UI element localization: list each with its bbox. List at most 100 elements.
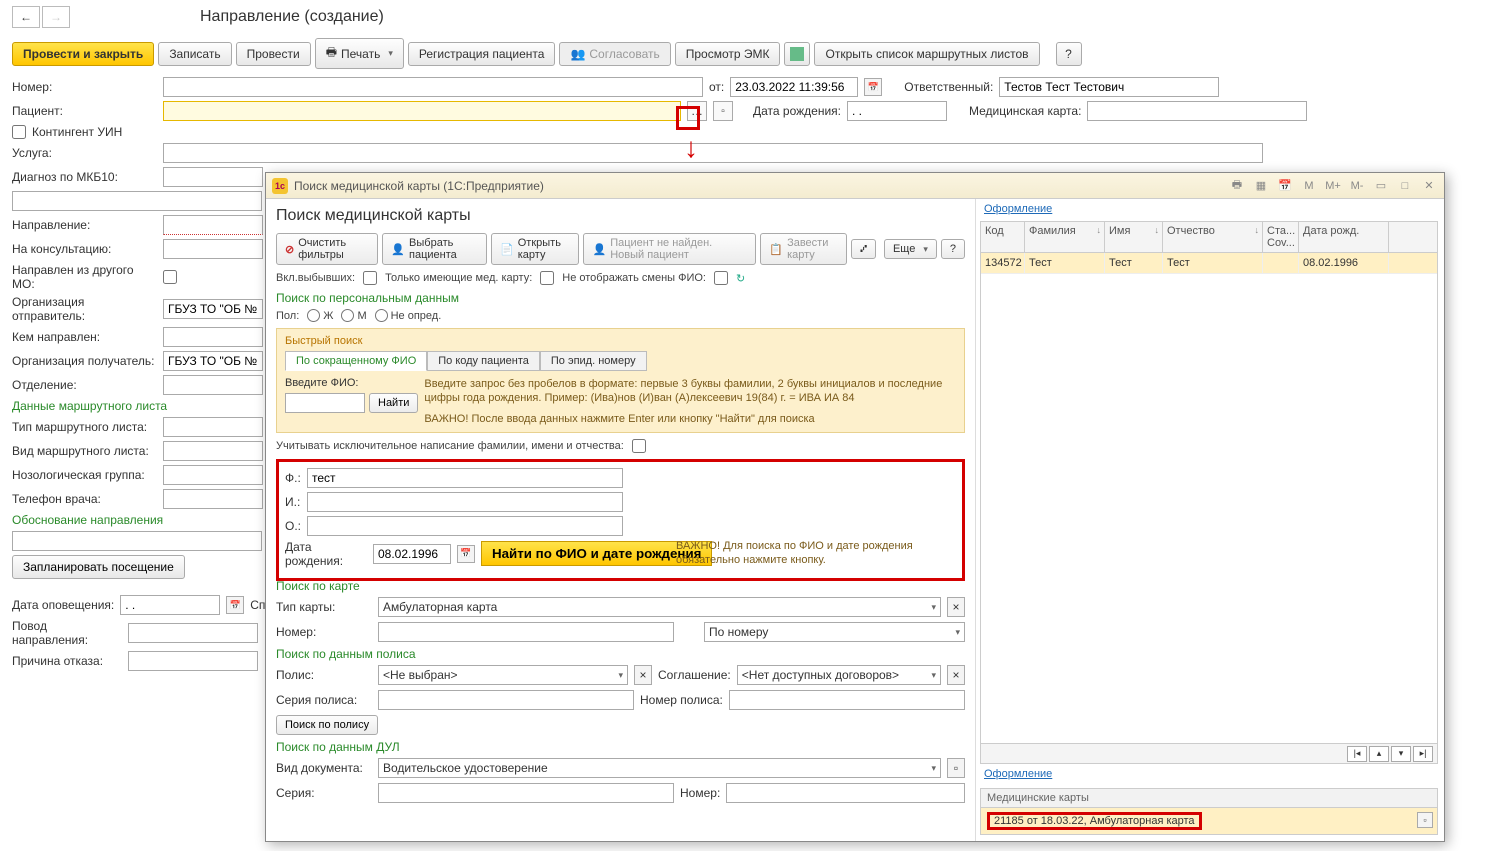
grid-last-button[interactable]: ▸|	[1413, 746, 1433, 762]
policy-number-input[interactable]	[729, 690, 965, 710]
doctor-phone-input[interactable]	[163, 489, 263, 509]
card-type-select[interactable]: Амбулаторная карта	[378, 597, 941, 617]
gender-f-radio[interactable]: Ж	[307, 309, 333, 322]
route-type-input[interactable]	[163, 417, 263, 437]
col-status-header[interactable]: Ста... Cov...	[1263, 222, 1299, 252]
card-number-input[interactable]	[378, 622, 674, 642]
col-code-header[interactable]: Код	[981, 222, 1025, 252]
dul-series-input[interactable]	[378, 783, 674, 803]
decoration-link-2[interactable]: Оформление	[976, 764, 1444, 784]
include-exited-checkbox[interactable]	[363, 271, 377, 285]
close-icon[interactable]: ✕	[1420, 178, 1438, 194]
mem-mplus-icon[interactable]: M+	[1324, 178, 1342, 194]
surname-input[interactable]	[307, 468, 623, 488]
mkb-desc-input[interactable]	[12, 191, 262, 211]
department-input[interactable]	[163, 375, 263, 395]
medcard-input[interactable]	[1087, 101, 1307, 121]
gender-n-radio[interactable]: Не опред.	[375, 309, 442, 322]
minimize-icon[interactable]: ▭	[1372, 178, 1390, 194]
calendar-icon[interactable]: 📅	[864, 78, 882, 96]
mkb-input[interactable]	[163, 167, 263, 187]
tab-by-epid[interactable]: По эпид. номеру	[540, 351, 647, 371]
policy-clear-button[interactable]: ×	[634, 665, 652, 685]
write-button[interactable]: Записать	[158, 42, 231, 66]
maximize-icon[interactable]: □	[1396, 178, 1414, 194]
table-row[interactable]: 134572 Тест Тест Тест 08.02.1996	[981, 253, 1437, 274]
from-date-input[interactable]	[730, 77, 858, 97]
doc-type-open-button[interactable]: ▫	[947, 758, 965, 778]
mem-m-icon[interactable]: M	[1300, 178, 1318, 194]
col-patronymic-header[interactable]: Отчество↓	[1163, 222, 1263, 252]
decoration-link[interactable]: Оформление	[976, 199, 1444, 219]
grid-up-button[interactable]: ▴	[1369, 746, 1389, 762]
policy-series-input[interactable]	[378, 690, 634, 710]
col-name-header[interactable]: Имя↓	[1105, 222, 1163, 252]
exclusive-spelling-checkbox[interactable]	[632, 439, 646, 453]
plan-visit-button[interactable]: Запланировать посещение	[12, 555, 185, 579]
clear-filters-button[interactable]: ⊘Очистить фильтры	[276, 233, 378, 265]
open-route-list-button[interactable]: Открыть список маршрутных листов	[814, 42, 1039, 66]
grid-body[interactable]	[981, 274, 1437, 743]
mem-mminus-icon[interactable]: M-	[1348, 178, 1366, 194]
calendar-small-icon[interactable]: 📅	[1276, 178, 1294, 194]
fio-short-input[interactable]	[285, 393, 365, 413]
find-by-policy-button[interactable]: Поиск по полису	[276, 715, 378, 735]
route-kind-input[interactable]	[163, 441, 263, 461]
consult-input[interactable]	[163, 239, 263, 259]
org-sender-input[interactable]	[163, 299, 263, 319]
print-button[interactable]: Печать	[315, 38, 404, 69]
dob-input[interactable]	[847, 101, 947, 121]
card-type-clear-button[interactable]: ×	[947, 597, 965, 617]
help-button[interactable]: ?	[1056, 42, 1082, 66]
commit-button[interactable]: Провести	[236, 42, 311, 66]
referred-by-input[interactable]	[163, 327, 263, 347]
more-button[interactable]: Еще	[884, 239, 937, 259]
hide-fio-change-checkbox[interactable]	[714, 271, 728, 285]
refresh-icon[interactable]: ↻	[736, 272, 745, 285]
by-number-select[interactable]: По номеру	[704, 622, 965, 642]
dul-number-input[interactable]	[726, 783, 965, 803]
image-button[interactable]	[784, 42, 810, 66]
justification-input[interactable]	[12, 531, 262, 551]
name-input[interactable]	[307, 492, 623, 512]
search-dob-input[interactable]	[373, 544, 451, 564]
dialog-help-button[interactable]: ?	[941, 239, 965, 259]
nav-forward[interactable]: →	[42, 6, 70, 28]
nosgroup-input[interactable]	[163, 465, 263, 485]
register-patient-button[interactable]: Регистрация пациента	[408, 42, 556, 66]
policy-select[interactable]: <Не выбран>	[378, 665, 628, 685]
other-mo-checkbox[interactable]	[163, 270, 177, 284]
medcard-open-button[interactable]: ▫	[1417, 812, 1433, 828]
grid-first-button[interactable]: |◂	[1347, 746, 1367, 762]
service-input[interactable]	[163, 143, 1263, 163]
nav-back[interactable]: ←	[12, 6, 40, 28]
refusal-reason-input[interactable]	[128, 651, 258, 671]
tab-by-code[interactable]: По коду пациента	[427, 351, 540, 371]
referral-reason-input[interactable]	[128, 623, 258, 643]
agreement-select[interactable]: <Нет доступных договоров>	[737, 665, 941, 685]
commit-close-button[interactable]: Провести и закрыть	[12, 42, 154, 66]
agreement-clear-button[interactable]: ×	[947, 665, 965, 685]
medcard-row[interactable]: 21185 от 18.03.22, Амбулаторная карта ▫	[981, 808, 1437, 834]
print-icon[interactable]: 🖶	[1228, 178, 1246, 194]
calendar-icon[interactable]: 📅	[226, 596, 244, 614]
barcode-button[interactable]: ⑇	[851, 239, 876, 259]
select-patient-button[interactable]: 👤Выбрать пациента	[382, 233, 487, 265]
grid-down-button[interactable]: ▾	[1391, 746, 1411, 762]
contingent-uin-checkbox[interactable]	[12, 125, 26, 139]
org-receiver-input[interactable]	[163, 351, 263, 371]
calc-icon[interactable]: ▦	[1252, 178, 1270, 194]
calendar-icon[interactable]: 📅	[457, 545, 475, 563]
patronymic-input[interactable]	[307, 516, 623, 536]
only-with-card-checkbox[interactable]	[540, 271, 554, 285]
col-surname-header[interactable]: Фамилия↓	[1025, 222, 1105, 252]
tab-by-fio[interactable]: По сокращенному ФИО	[285, 351, 427, 371]
referral-input[interactable]	[163, 215, 263, 235]
responsible-input[interactable]	[999, 77, 1219, 97]
open-card-button[interactable]: 📄Открыть карту	[491, 233, 579, 265]
notify-date-input[interactable]	[120, 595, 220, 615]
patient-open-button[interactable]: ▫	[713, 101, 733, 121]
find-button[interactable]: Найти	[369, 393, 418, 413]
number-input[interactable]	[163, 77, 703, 97]
gender-m-radio[interactable]: М	[341, 309, 366, 322]
